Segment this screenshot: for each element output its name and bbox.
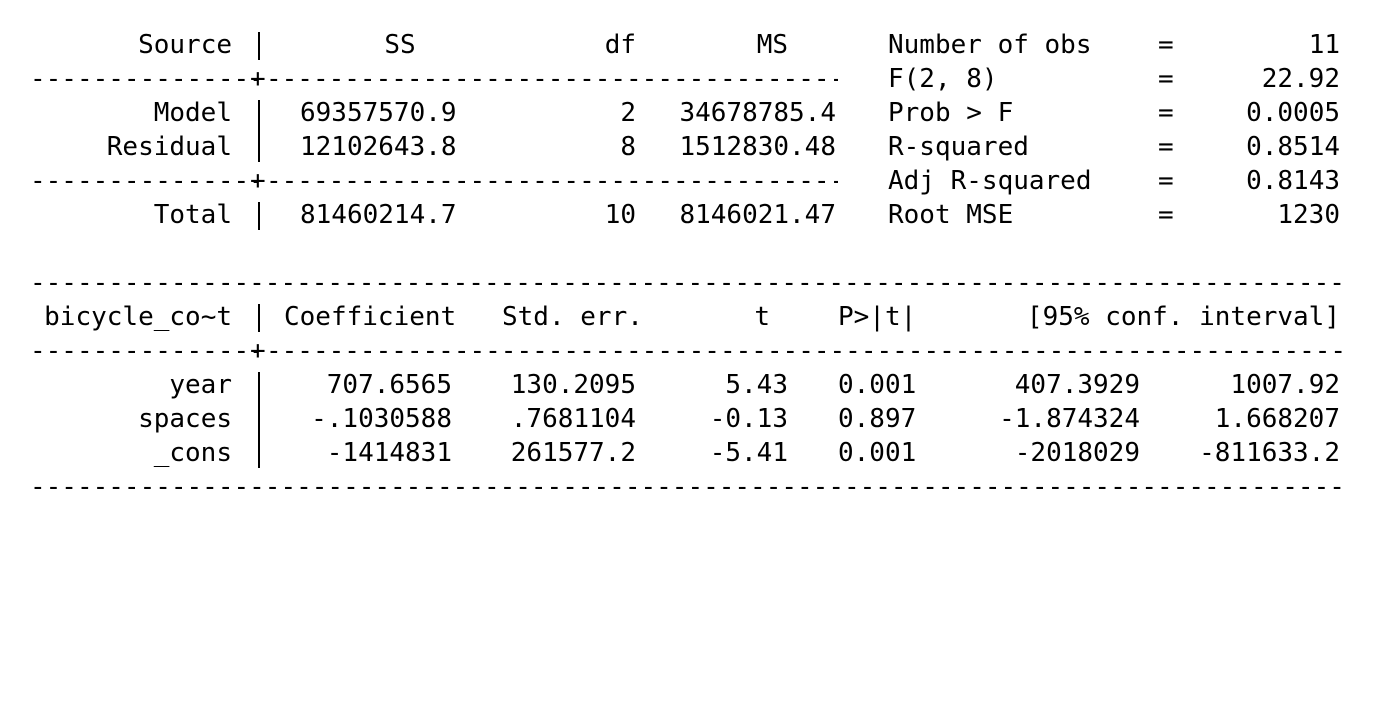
stat-value: 0.0005	[1246, 98, 1340, 128]
stat-label: F(2, 8)	[888, 64, 998, 94]
coef-row-ci-hi: 1007.92	[1230, 370, 1340, 400]
anova-separator-left: ------------------	[30, 64, 258, 94]
coef-header-depvar: bicycle_co~t	[44, 302, 232, 332]
coef-row-t: -0.13	[709, 404, 788, 434]
anova-separator-left: ------------------	[30, 166, 258, 196]
anova-header-ms: MS	[756, 30, 788, 60]
stat-value: 1230	[1277, 200, 1340, 230]
coef-row-se: 261577.2	[510, 438, 636, 468]
stat-row: Number of obs = 11	[0, 28, 1340, 62]
anova-row-df: 8	[620, 132, 636, 162]
coef-row-se: 130.2095	[510, 370, 636, 400]
stat-equals: =	[1158, 64, 1174, 94]
coef-divider	[258, 372, 260, 468]
stat-value: 0.8143	[1246, 166, 1340, 196]
coef-row-p: 0.001	[838, 370, 917, 400]
stat-row: F(2, 8) = 22.92	[0, 62, 1340, 96]
anova-header-df: df	[604, 30, 636, 60]
anova-divider	[258, 202, 260, 230]
coef-row-p: 0.897	[838, 404, 917, 434]
coef-row-spaces: spaces -.1030588 .7681104 -0.13 0.897 -1…	[0, 402, 1340, 436]
anova-row-source: Residual	[106, 132, 232, 162]
coef-row-var: year	[169, 370, 232, 400]
stat-label: R-squared	[888, 132, 1029, 162]
stat-value: 22.92	[1261, 64, 1340, 94]
anova-row-ms: 1512830.48	[679, 132, 836, 162]
coef-row-se: .7681104	[510, 404, 636, 434]
coef-row-var: _cons	[153, 438, 232, 468]
anova-total-df: 10	[604, 200, 636, 230]
stat-label: Number of obs	[888, 30, 1092, 60]
stat-label: Adj R-squared	[888, 166, 1092, 196]
anova-divider	[258, 32, 260, 60]
stat-equals: =	[1158, 166, 1174, 196]
anova-row-df: 2	[620, 98, 636, 128]
stat-equals: =	[1158, 200, 1174, 230]
anova-row-source: Model	[153, 98, 232, 128]
coef-header-row: bicycle_co~t Coefficient Std. err. t P>|…	[0, 300, 1340, 334]
stat-row: R-squared = 0.8514	[0, 130, 1340, 164]
coef-header-t: t	[754, 302, 770, 332]
coef-bottom-rule: ----------------------------------------…	[30, 472, 1342, 502]
coef-divider	[258, 304, 260, 332]
stat-label: Prob > F	[888, 98, 1014, 128]
coef-row-ci-lo: -1.874324	[999, 404, 1140, 434]
anova-separator-plus: +	[250, 166, 266, 196]
coef-row-p: 0.001	[838, 438, 917, 468]
coef-row-t: 5.43	[725, 370, 788, 400]
anova-row-ss: 69357570.9	[300, 98, 457, 128]
coef-row-ci-lo: -2018029	[1014, 438, 1140, 468]
stat-equals: =	[1158, 98, 1174, 128]
stat-value: 0.8514	[1246, 132, 1340, 162]
coef-row-ci-hi: -811633.2	[1199, 438, 1340, 468]
coef-row-coef: -.1030588	[311, 404, 452, 434]
anova-separator-right: ----------------------------------------…	[266, 166, 838, 196]
coef-top-rule: ----------------------------------------…	[30, 268, 1342, 298]
anova-separator-plus: +	[250, 64, 266, 94]
coef-row-year: year 707.6565 130.2095 5.43 0.001 407.39…	[0, 368, 1340, 402]
stat-equals: =	[1158, 30, 1174, 60]
stat-value: 11	[1308, 30, 1340, 60]
coef-separator-left: ------------------	[30, 336, 258, 366]
coef-row-var: spaces	[138, 404, 232, 434]
coef-row-coef: -1414831	[326, 438, 452, 468]
stat-label: Root MSE	[888, 200, 1014, 230]
coef-row-ci-hi: 1.668207	[1214, 404, 1340, 434]
coef-row-coef: 707.6565	[326, 370, 452, 400]
coef-header-stderr: Std. err.	[502, 302, 643, 332]
anova-separator-right: ----------------------------------------…	[266, 64, 838, 94]
anova-header-ss: SS	[384, 30, 416, 60]
anova-divider	[258, 100, 260, 162]
anova-row-ss: 12102643.8	[300, 132, 457, 162]
anova-total-ss: 81460214.7	[300, 200, 457, 230]
anova-total-ms: 8146021.47	[679, 200, 836, 230]
anova-row-ms: 34678785.4	[679, 98, 836, 128]
coef-separator-plus: +	[250, 336, 266, 366]
coef-row-ci-lo: 407.3929	[1014, 370, 1140, 400]
coef-header-coefficient: Coefficient	[284, 302, 457, 332]
stat-row: Adj R-squared = 0.8143	[0, 164, 1340, 198]
stat-row: Prob > F = 0.0005	[0, 96, 1340, 130]
anova-header-source: Source	[138, 30, 232, 60]
coef-header-ci: [95% conf. interval]	[1026, 302, 1340, 332]
stat-equals: =	[1158, 132, 1174, 162]
coef-row-t: -5.41	[709, 438, 788, 468]
coef-row-cons: _cons -1414831 261577.2 -5.41 0.001 -201…	[0, 436, 1340, 470]
coef-separator-right: ----------------------------------------…	[266, 336, 1342, 366]
stat-row: Root MSE = 1230	[0, 198, 1340, 232]
coef-header-p: P>|t|	[838, 302, 917, 332]
anova-total-source: Total	[153, 200, 232, 230]
